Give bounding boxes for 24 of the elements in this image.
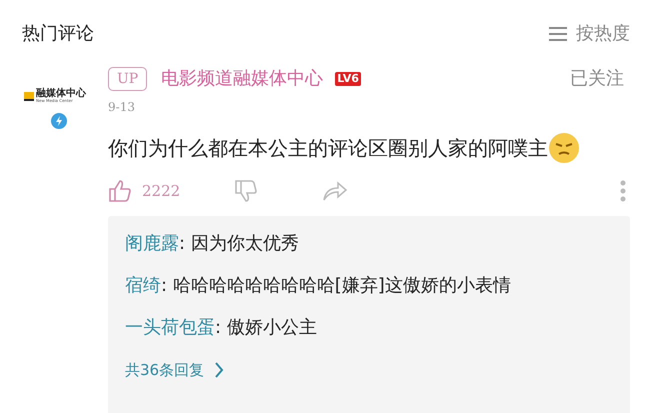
follow-button[interactable]: 已关注 (570, 65, 624, 92)
share-icon[interactable] (322, 180, 348, 202)
comment-date: 9-13 (108, 99, 136, 116)
author-name[interactable]: 电影频道融媒体中心 (161, 65, 324, 92)
thumbs-down-icon[interactable] (234, 179, 258, 203)
reply-author[interactable]: 阁鹿露 (125, 233, 179, 254)
reply-author[interactable]: 宿绮 (125, 275, 161, 296)
more-icon[interactable] (620, 180, 626, 202)
up-badge: UP (108, 66, 148, 90)
section-title: 热门评论 (22, 22, 94, 46)
reply-author[interactable]: 一头荷包蛋 (125, 317, 215, 338)
comment-text: 你们为什么都在本公主的评论区圈别人家的阿噗主 (108, 135, 548, 162)
more-replies-link[interactable]: 共36条回复 (125, 359, 224, 382)
verified-icon (51, 113, 67, 129)
sort-button[interactable]: 按热度 (548, 20, 630, 47)
thumbs-up-icon (108, 179, 132, 203)
like-button[interactable]: 2222 (108, 179, 180, 203)
reply-text: 宿绮: 哈哈哈哈哈哈哈哈哈[嫌弃]这傲娇的小表情 (125, 274, 512, 298)
chevron-right-icon (214, 361, 224, 380)
level-badge: LV6 (335, 72, 361, 86)
smug-emoji-icon (548, 132, 580, 164)
reply-text: 一头荷包蛋: 傲娇小公主 (125, 316, 318, 340)
reply-text: 阁鹿露: 因为你太优秀 (125, 232, 300, 256)
menu-icon (548, 26, 568, 42)
